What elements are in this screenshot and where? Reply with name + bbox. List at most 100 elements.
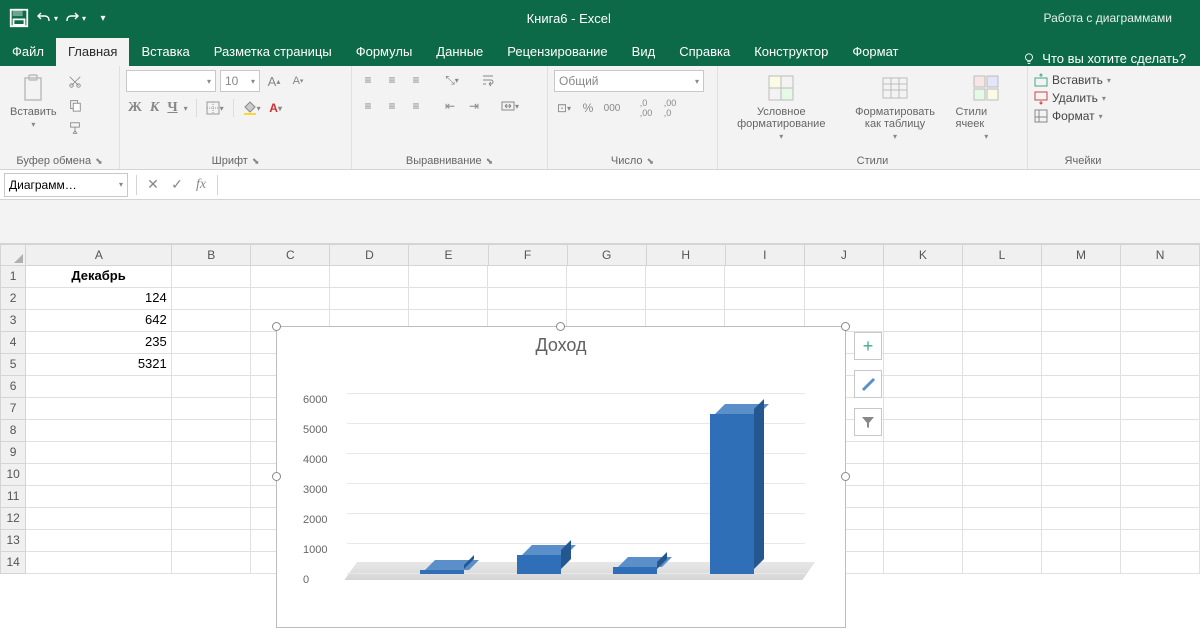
cell-A1[interactable]: Декабрь: [26, 266, 171, 288]
cell-A8[interactable]: [26, 420, 171, 442]
tab-formulas[interactable]: Формулы: [344, 38, 425, 66]
row-header-12[interactable]: 12: [0, 508, 26, 530]
cell-M5[interactable]: [1042, 354, 1121, 376]
col-header-H[interactable]: H: [647, 244, 726, 266]
orientation-icon[interactable]: ⤡▾: [442, 70, 462, 90]
tab-file[interactable]: Файл: [0, 38, 56, 66]
cell-G1[interactable]: [567, 266, 646, 288]
cell-K4[interactable]: [884, 332, 963, 354]
cell-N8[interactable]: [1121, 420, 1200, 442]
copy-icon[interactable]: [65, 95, 85, 115]
cell-D2[interactable]: [330, 288, 409, 310]
decrease-decimal-icon[interactable]: ,00,0: [660, 98, 680, 118]
cell-D1[interactable]: [330, 266, 409, 288]
cell-B7[interactable]: [172, 398, 251, 420]
cell-M9[interactable]: [1042, 442, 1121, 464]
cell-C1[interactable]: [251, 266, 330, 288]
cell-L2[interactable]: [963, 288, 1042, 310]
cell-K9[interactable]: [884, 442, 963, 464]
cell-N9[interactable]: [1121, 442, 1200, 464]
cell-N1[interactable]: [1121, 266, 1200, 288]
cell-M12[interactable]: [1042, 508, 1121, 530]
cell-N14[interactable]: [1121, 552, 1200, 574]
cell-A7[interactable]: [26, 398, 171, 420]
bold-button[interactable]: Ж: [126, 100, 144, 116]
tab-insert[interactable]: Вставка: [129, 38, 201, 66]
cell-N13[interactable]: [1121, 530, 1200, 552]
clipboard-launcher-icon[interactable]: ⬊: [95, 156, 103, 167]
cell-K11[interactable]: [884, 486, 963, 508]
cell-A3[interactable]: 642: [26, 310, 171, 332]
decrease-indent-icon[interactable]: ⇤: [440, 96, 460, 116]
cell-B10[interactable]: [172, 464, 251, 486]
save-icon[interactable]: [8, 7, 30, 29]
cell-A6[interactable]: [26, 376, 171, 398]
row-header-5[interactable]: 5: [0, 354, 26, 376]
align-bottom-icon[interactable]: ≡: [406, 70, 426, 90]
col-header-K[interactable]: K: [884, 244, 963, 266]
chart-title[interactable]: Доход: [277, 327, 845, 360]
cell-N4[interactable]: [1121, 332, 1200, 354]
cell-K12[interactable]: [884, 508, 963, 530]
cell-L8[interactable]: [963, 420, 1042, 442]
font-size-select[interactable]: 10▾: [220, 70, 260, 92]
cell-L9[interactable]: [963, 442, 1042, 464]
insert-cells-button[interactable]: Вставить▾: [1034, 72, 1132, 88]
enter-formula-icon[interactable]: ✓: [165, 173, 189, 197]
cell-M2[interactable]: [1042, 288, 1121, 310]
borders-icon[interactable]: ▾: [205, 98, 225, 118]
cell-N2[interactable]: [1121, 288, 1200, 310]
cell-N6[interactable]: [1121, 376, 1200, 398]
cell-A11[interactable]: [26, 486, 171, 508]
col-header-E[interactable]: E: [409, 244, 488, 266]
chart-handle-tl[interactable]: [272, 322, 281, 331]
merge-cells-icon[interactable]: ▾: [500, 96, 520, 116]
cell-L5[interactable]: [963, 354, 1042, 376]
col-header-A[interactable]: A: [26, 244, 172, 266]
cell-L1[interactable]: [963, 266, 1042, 288]
cell-N5[interactable]: [1121, 354, 1200, 376]
cell-A4[interactable]: 235: [26, 332, 171, 354]
tab-help[interactable]: Справка: [667, 38, 742, 66]
tab-home[interactable]: Главная: [56, 38, 129, 66]
cell-K1[interactable]: [884, 266, 963, 288]
italic-button[interactable]: К: [148, 100, 162, 116]
accounting-format-icon[interactable]: ⊡▾: [554, 98, 574, 118]
cell-A9[interactable]: [26, 442, 171, 464]
comma-format-icon[interactable]: 000: [602, 98, 622, 118]
paste-button[interactable]: Вставить▾: [6, 70, 61, 131]
cell-A5[interactable]: 5321: [26, 354, 171, 376]
cell-B4[interactable]: [172, 332, 251, 354]
qat-more-icon[interactable]: ▾: [92, 7, 114, 29]
cell-K8[interactable]: [884, 420, 963, 442]
cell-M3[interactable]: [1042, 310, 1121, 332]
cell-L4[interactable]: [963, 332, 1042, 354]
format-cells-button[interactable]: Формат▾: [1034, 108, 1132, 124]
col-header-M[interactable]: M: [1042, 244, 1121, 266]
cell-K5[interactable]: [884, 354, 963, 376]
tab-chart-design[interactable]: Конструктор: [742, 38, 840, 66]
row-header-11[interactable]: 11: [0, 486, 26, 508]
cell-M8[interactable]: [1042, 420, 1121, 442]
chart-handle-tm[interactable]: [556, 322, 565, 331]
col-header-C[interactable]: C: [251, 244, 330, 266]
cell-A12[interactable]: [26, 508, 171, 530]
cut-icon[interactable]: [65, 72, 85, 92]
col-header-D[interactable]: D: [330, 244, 409, 266]
cell-N3[interactable]: [1121, 310, 1200, 332]
cell-B1[interactable]: [172, 266, 251, 288]
col-header-N[interactable]: N: [1121, 244, 1200, 266]
increase-indent-icon[interactable]: ⇥: [464, 96, 484, 116]
col-header-F[interactable]: F: [489, 244, 568, 266]
align-center-icon[interactable]: ≡: [382, 96, 402, 116]
align-middle-icon[interactable]: ≡: [382, 70, 402, 90]
cell-K6[interactable]: [884, 376, 963, 398]
row-header-3[interactable]: 3: [0, 310, 26, 332]
cell-L7[interactable]: [963, 398, 1042, 420]
cell-B9[interactable]: [172, 442, 251, 464]
cancel-formula-icon[interactable]: ✕: [141, 173, 165, 197]
cell-I2[interactable]: [725, 288, 804, 310]
cell-A14[interactable]: [26, 552, 171, 574]
cell-B11[interactable]: [172, 486, 251, 508]
increase-decimal-icon[interactable]: ,0,00: [636, 98, 656, 118]
